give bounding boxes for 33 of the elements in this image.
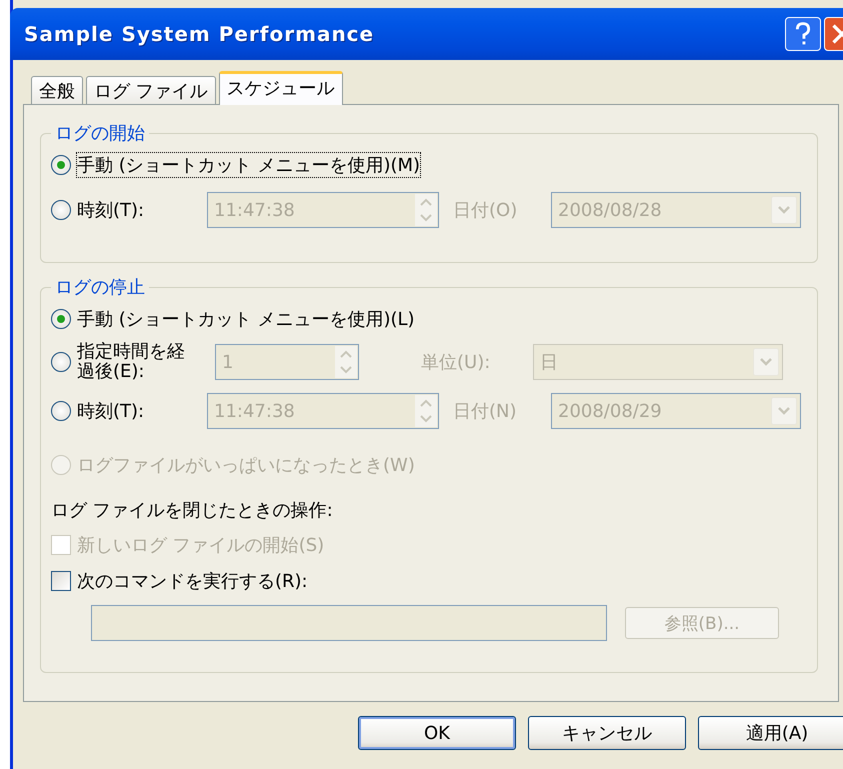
help-icon[interactable] <box>785 17 821 51</box>
tab[interactable]: ログ ファイル <box>86 76 216 104</box>
section-heading: ログ ファイルを閉じたときの操作: <box>51 499 333 522</box>
window-title: Sample System Performance <box>24 22 376 46</box>
radio-label[interactable]: 手動 (ショートカット メニューを使用)(L) <box>77 307 415 331</box>
checkbox-label[interactable]: 次のコマンドを実行する(R): <box>77 569 308 593</box>
date-label: 日付(O) <box>453 199 518 222</box>
radio-button[interactable] <box>51 200 71 220</box>
dialog-button[interactable]: 適用(A) <box>698 716 843 750</box>
radio-label[interactable]: 指定時間を経過後(E): <box>77 342 201 382</box>
spin-up-icon[interactable] <box>335 346 357 362</box>
radio-button[interactable] <box>51 309 71 329</box>
unit-label: 単位(U): <box>421 351 492 374</box>
spin-up-icon[interactable] <box>415 194 437 210</box>
radio-label[interactable]: 時刻(T): <box>77 399 144 423</box>
tab[interactable]: 全般 <box>31 76 83 104</box>
checkbox[interactable] <box>51 571 71 591</box>
tab[interactable]: スケジュール <box>218 71 343 105</box>
group-title: ログの開始 <box>54 122 146 145</box>
spin-down-icon[interactable] <box>415 411 437 427</box>
spin-down-icon[interactable] <box>335 362 357 378</box>
group-title: ログの停止 <box>54 276 146 299</box>
radio-button[interactable] <box>51 155 71 175</box>
radio-button[interactable] <box>51 401 71 421</box>
radio-button[interactable] <box>51 352 71 372</box>
spin-up-icon[interactable] <box>415 395 437 411</box>
dialog-button[interactable]: キャンセル <box>528 716 686 750</box>
date-label: 日付(N) <box>453 400 518 423</box>
radio-label[interactable]: 手動 (ショートカット メニューを使用)(M) <box>77 153 420 177</box>
dialog-button[interactable]: OK <box>358 716 516 750</box>
radio-label[interactable]: 時刻(T): <box>77 198 144 222</box>
spin-down-icon[interactable] <box>415 210 437 226</box>
command-field[interactable] <box>91 605 607 641</box>
